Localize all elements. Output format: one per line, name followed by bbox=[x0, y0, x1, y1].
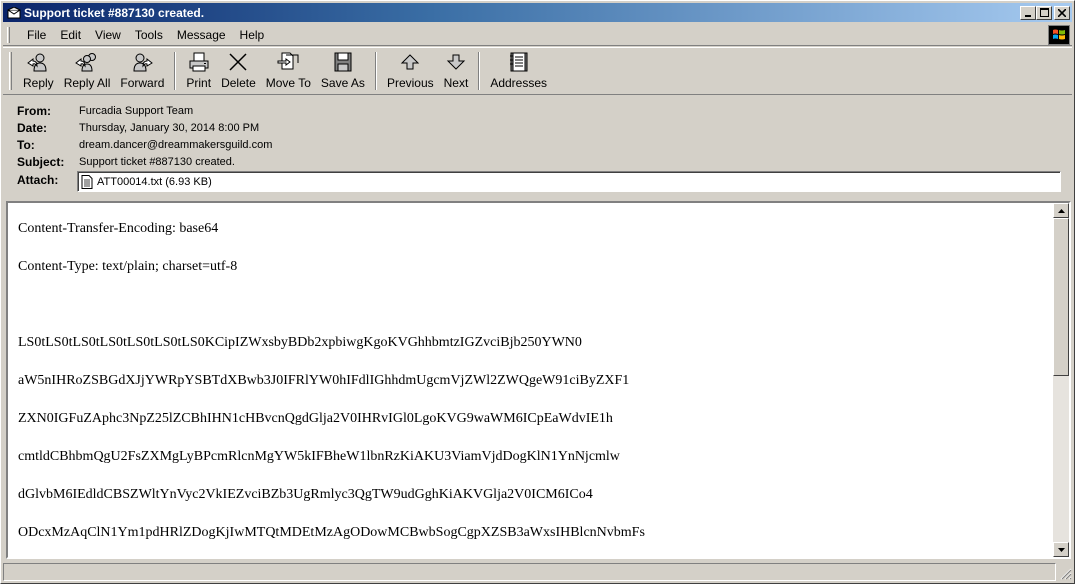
addresses-button[interactable]: Addresses bbox=[485, 48, 552, 94]
delete-label: Delete bbox=[221, 76, 256, 90]
maximize-button[interactable] bbox=[1036, 5, 1052, 20]
attach-label: Attach: bbox=[17, 173, 59, 187]
print-label: Print bbox=[186, 76, 212, 90]
email-window: Support ticket #887130 created. File Edi… bbox=[0, 0, 1075, 584]
floppy-disk-icon bbox=[334, 52, 352, 72]
forward-icon bbox=[133, 53, 154, 72]
menu-view[interactable]: View bbox=[88, 26, 128, 44]
body-line: Content-Transfer-Encoding: base64 bbox=[18, 221, 219, 236]
reply-icon bbox=[27, 53, 47, 72]
delete-x-icon bbox=[229, 53, 247, 71]
body-line: dGlvbM6IEdldCBSZWltYnVyc2VkIEZvciBZb3UgR… bbox=[18, 487, 593, 502]
save-as-button[interactable]: Save As bbox=[316, 48, 370, 94]
date-label: Date: bbox=[17, 120, 48, 135]
to-label: To: bbox=[17, 137, 35, 152]
windows-logo-icon bbox=[1048, 25, 1070, 45]
status-pane bbox=[3, 563, 1056, 581]
delete-button[interactable]: Delete bbox=[216, 48, 261, 94]
from-label: From: bbox=[17, 103, 51, 118]
move-to-label: Move To bbox=[265, 76, 311, 90]
menu-edit[interactable]: Edit bbox=[53, 26, 88, 44]
menu-bar: File Edit View Tools Message Help bbox=[3, 24, 1072, 46]
body-line: ZXN0IGFuZAphc3NpZ25lZCBhIHN1cHBvcnQgdGlj… bbox=[18, 411, 613, 426]
up-arrow-icon bbox=[401, 54, 420, 70]
menu-help[interactable]: Help bbox=[233, 26, 272, 44]
minimize-button[interactable] bbox=[1020, 5, 1036, 20]
body-line bbox=[18, 296, 1045, 334]
subject-label: Subject: bbox=[17, 154, 65, 169]
scroll-down-arrow-icon bbox=[1057, 547, 1065, 552]
body-line: LS0tLS0tLS0tLS0tLS0tLS0tLS0KCipIZWxsbyBD… bbox=[18, 335, 582, 350]
print-button[interactable]: Print bbox=[181, 48, 216, 94]
next-button[interactable]: Next bbox=[439, 48, 474, 94]
move-to-folder-icon bbox=[277, 52, 299, 70]
save-as-label: Save As bbox=[320, 76, 365, 90]
scroll-up-arrow-icon bbox=[1057, 208, 1065, 213]
to-value: dream.dancer@dreammakersguild.com bbox=[79, 138, 273, 151]
date-value: Thursday, January 30, 2014 8:00 PM bbox=[79, 121, 260, 134]
maximize-icon bbox=[1039, 8, 1049, 17]
from-value: Furcadia Support Team bbox=[79, 104, 194, 117]
address-book-icon bbox=[509, 52, 528, 72]
next-label: Next bbox=[443, 76, 469, 90]
body-line: cmtldCBhbmQgU2FsZXMgLyBPcmRlcnMgYW5kIFBh… bbox=[18, 449, 620, 464]
previous-button[interactable]: Previous bbox=[382, 48, 439, 94]
down-arrow-icon bbox=[446, 54, 466, 70]
vertical-scrollbar[interactable] bbox=[1053, 203, 1069, 557]
menu-file[interactable]: File bbox=[20, 26, 53, 44]
message-text: Content-Transfer-Encoding: base64 Conten… bbox=[8, 203, 1055, 557]
reply-all-icon bbox=[75, 53, 97, 72]
move-to-button[interactable]: Move To bbox=[261, 48, 316, 94]
close-icon bbox=[1058, 8, 1066, 17]
reply-all-button[interactable]: Reply All bbox=[59, 48, 116, 94]
printer-icon bbox=[189, 52, 209, 72]
forward-label: Forward bbox=[120, 76, 165, 90]
menu-message[interactable]: Message bbox=[170, 26, 233, 44]
body-line: Content-Type: text/plain; charset=utf-8 bbox=[18, 259, 238, 274]
window-title: Support ticket #887130 created. bbox=[24, 5, 205, 20]
envelope-icon bbox=[7, 6, 21, 20]
title-bar[interactable]: Support ticket #887130 created. bbox=[3, 3, 1072, 22]
minimize-icon bbox=[1025, 14, 1031, 17]
text-file-icon bbox=[81, 174, 93, 189]
body-line: ODcxMzAqClN1Ym1pdHRlZDogKjIwMTQtMDEtMzAg… bbox=[18, 525, 645, 540]
menu-tools[interactable]: Tools bbox=[128, 26, 170, 44]
scroll-down-button[interactable] bbox=[1053, 542, 1069, 557]
scroll-thumb[interactable] bbox=[1053, 218, 1069, 376]
toolbar: Reply Reply All Forward Print Delete Mov… bbox=[3, 47, 1072, 95]
previous-label: Previous bbox=[386, 76, 434, 90]
reply-button[interactable]: Reply bbox=[18, 48, 59, 94]
status-bar bbox=[3, 563, 1072, 582]
toolbar-separator bbox=[374, 52, 377, 90]
subject-value: Support ticket #887130 created. bbox=[79, 155, 235, 168]
toolbar-separator bbox=[478, 52, 481, 90]
toolbar-grip[interactable] bbox=[9, 52, 12, 90]
menu-grip[interactable] bbox=[7, 26, 10, 43]
message-body[interactable]: Content-Transfer-Encoding: base64 Conten… bbox=[6, 201, 1071, 559]
resize-grip-icon[interactable] bbox=[1056, 563, 1072, 581]
close-button[interactable] bbox=[1054, 5, 1070, 20]
toolbar-separator bbox=[174, 52, 177, 90]
addresses-label: Addresses bbox=[490, 76, 548, 90]
reply-all-label: Reply All bbox=[63, 76, 111, 90]
scroll-up-button[interactable] bbox=[1053, 203, 1069, 218]
attachment-name[interactable]: ATT00014.txt (6.93 KB) bbox=[97, 176, 212, 188]
reply-label: Reply bbox=[23, 76, 54, 90]
forward-button[interactable]: Forward bbox=[115, 48, 169, 94]
attachment-field[interactable]: ATT00014.txt (6.93 KB) bbox=[77, 171, 1061, 192]
body-line: aW5nIHRoZSBGdXJjYWRpYSBTdXBwb3J0IFRlYW0h… bbox=[18, 373, 630, 388]
